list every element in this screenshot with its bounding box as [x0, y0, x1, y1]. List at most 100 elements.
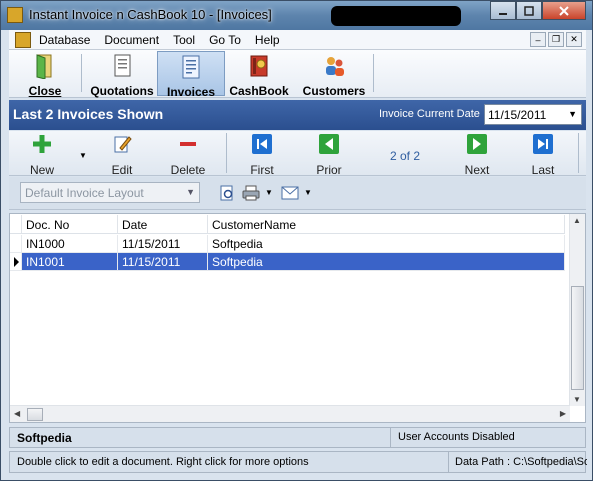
grid-row-indicator-header [10, 215, 22, 234]
prior-button[interactable]: Prior [306, 134, 352, 177]
title-bar[interactable]: Instant Invoice n CashBook 10 - [Invoice… [1, 1, 592, 30]
plus-icon [33, 135, 51, 153]
minimize-button[interactable] [490, 1, 516, 20]
last-label: Last [531, 163, 555, 177]
column-header-doc-no[interactable]: Doc. No [22, 215, 118, 234]
layout-select[interactable]: Default Invoice Layout ▼ [20, 182, 200, 203]
close-door-icon [36, 54, 52, 80]
record-position: 2 of 2 [390, 149, 421, 163]
app-icon [7, 7, 23, 23]
first-label: First [250, 163, 274, 177]
close-module-label: Close [28, 84, 62, 98]
invoices-icon [182, 55, 200, 79]
vertical-scrollbar[interactable]: ▲ ▼ [569, 214, 585, 406]
mdi-controls: – ❐ ✕ [530, 32, 582, 47]
next-record-icon [467, 134, 487, 154]
maximize-icon [524, 5, 534, 16]
table-row[interactable]: IN1000 11/15/2011 Softpedia [10, 235, 565, 253]
scroll-left-arrow-icon[interactable]: ◀ [14, 409, 20, 418]
prior-label: Prior [316, 163, 342, 177]
horizontal-scroll-thumb[interactable] [27, 408, 43, 421]
cashbook-button[interactable]: CashBook [227, 51, 291, 98]
printer-icon[interactable] [242, 185, 260, 201]
last-record-icon [533, 134, 553, 154]
nav-divider [578, 133, 579, 173]
last-button[interactable]: Last [520, 134, 566, 177]
redacted-area [331, 6, 461, 26]
first-button[interactable]: First [239, 134, 285, 177]
invoices-button[interactable]: Invoices [157, 51, 225, 99]
menu-document[interactable]: Document [104, 33, 167, 47]
cell-customer-name: Softpedia [208, 253, 565, 271]
status-hint: Double click to edit a document. Right c… [17, 456, 309, 468]
data-path: Data Path : C:\Softpedia\So [448, 452, 587, 472]
column-header-date[interactable]: Date [118, 215, 208, 234]
dropdown-arrow-icon: ▼ [568, 109, 577, 119]
next-label: Next [464, 163, 490, 177]
new-dropdown-arrow-icon[interactable]: ▼ [79, 151, 87, 160]
email-dropdown-arrow-icon[interactable]: ▼ [304, 188, 312, 197]
delete-button[interactable]: Delete [165, 134, 211, 177]
mdi-restore-button[interactable]: ❐ [548, 32, 564, 47]
edit-label: Edit [111, 163, 133, 177]
close-icon [559, 5, 569, 16]
edit-icon [114, 136, 132, 153]
print-dropdown-arrow-icon[interactable]: ▼ [265, 188, 273, 197]
new-button[interactable]: New [19, 134, 65, 177]
current-date-label: Invoice Current Date [379, 108, 480, 120]
toolbar-divider [81, 54, 82, 92]
cashbook-label: CashBook [229, 84, 289, 98]
invoice-grid: Doc. No Date CustomerName IN1000 11/15/2… [9, 213, 586, 423]
menu-tool[interactable]: Tool [173, 33, 203, 47]
current-date-picker[interactable]: 11/15/2011 ▼ [484, 104, 582, 125]
maximize-button[interactable] [516, 1, 542, 20]
print-preview-icon[interactable] [219, 185, 235, 201]
menu-bar: Database Document Tool Go To Help – ❐ ✕ [9, 30, 586, 50]
window-controls [490, 1, 586, 20]
company-name: Softpedia [17, 431, 72, 445]
vertical-scroll-thumb[interactable] [571, 286, 584, 390]
nav-divider [226, 133, 227, 173]
scroll-down-arrow-icon[interactable]: ▼ [573, 395, 581, 404]
scroll-right-arrow-icon[interactable]: ▶ [560, 409, 566, 418]
output-toolbar: Default Invoice Layout ▼ ▼ ▼ [9, 177, 586, 210]
cell-date: 11/15/2011 [118, 253, 208, 271]
cell-doc-no: IN1000 [22, 235, 118, 253]
next-button[interactable]: Next [454, 134, 500, 177]
close-window-button[interactable] [542, 1, 586, 20]
edit-button[interactable]: Edit [99, 134, 145, 177]
status-bar-top: Softpedia User Accounts Disabled [9, 427, 586, 448]
mdi-minimize-button[interactable]: – [530, 32, 546, 47]
toolbar-divider [373, 54, 374, 92]
navigation-toolbar: New ▼ Edit Delete First Prior 2 of 2 Nex… [9, 131, 586, 177]
customers-icon [326, 57, 344, 76]
row-indicator [10, 253, 22, 271]
mdi-close-button[interactable]: ✕ [566, 32, 582, 47]
minus-icon [180, 142, 196, 146]
layout-select-value: Default Invoice Layout [25, 186, 144, 200]
current-row-pointer-icon [14, 257, 19, 267]
menu-help[interactable]: Help [255, 33, 288, 47]
new-label: New [29, 163, 54, 177]
email-icon[interactable] [281, 186, 299, 200]
menu-database[interactable]: Database [39, 33, 98, 47]
table-row-selected[interactable]: IN1001 11/15/2011 Softpedia [10, 253, 565, 271]
row-indicator [10, 235, 22, 253]
window-title: Instant Invoice n CashBook 10 - [Invoice… [29, 7, 272, 22]
invoices-label: Invoices [166, 85, 216, 99]
column-header-customer-name[interactable]: CustomerName [208, 215, 565, 234]
horizontal-scrollbar[interactable]: ◀ ▶ [10, 405, 570, 422]
document-icon[interactable] [15, 32, 31, 48]
user-accounts-status: User Accounts Disabled [390, 428, 587, 447]
current-date-value: 11/15/2011 [488, 108, 547, 122]
minimize-icon [499, 12, 507, 15]
quotations-button[interactable]: Quotations [87, 51, 157, 98]
cashbook-icon [250, 55, 268, 77]
close-module-button[interactable]: Close [15, 51, 75, 98]
customers-button[interactable]: Customers [299, 51, 369, 98]
grid-header-row: Doc. No Date CustomerName [10, 215, 565, 234]
scroll-up-arrow-icon[interactable]: ▲ [573, 216, 581, 225]
dropdown-arrow-icon: ▼ [186, 187, 195, 197]
main-toolbar: Close Quotations Invoices CashBook Custo… [9, 50, 586, 99]
menu-goto[interactable]: Go To [209, 33, 249, 47]
